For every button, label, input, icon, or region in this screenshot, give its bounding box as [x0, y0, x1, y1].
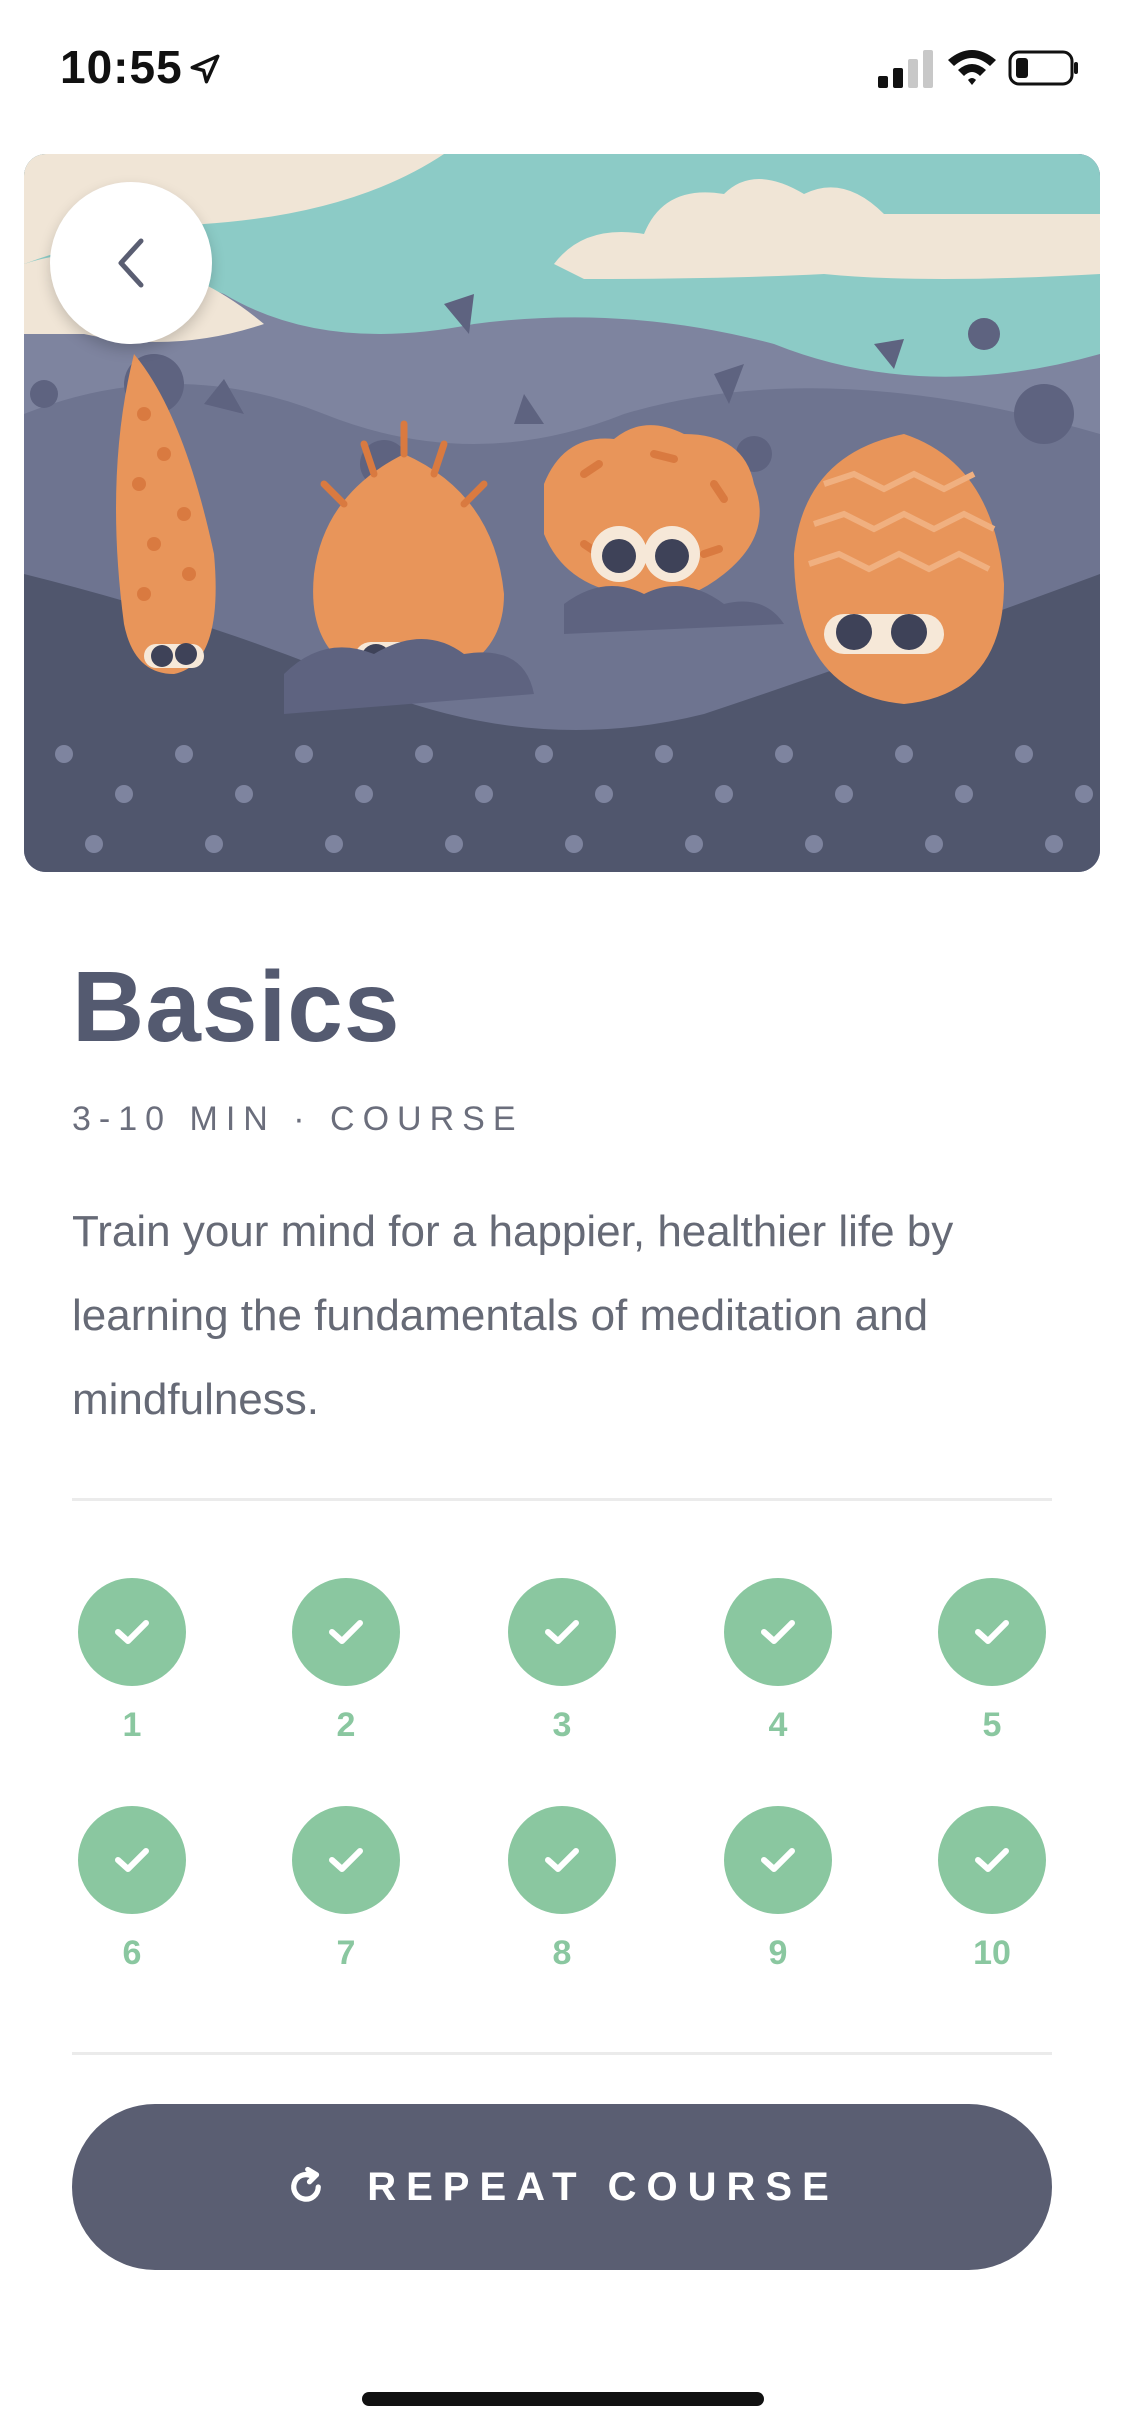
session-completed-badge: [78, 1578, 186, 1686]
session-item[interactable]: 8: [492, 1806, 632, 1973]
session-completed-badge: [508, 1578, 616, 1686]
session-number: 8: [552, 1934, 572, 1972]
session-number: 6: [122, 1934, 142, 1972]
session-completed-badge: [508, 1806, 616, 1914]
home-indicator[interactable]: [362, 2392, 764, 2406]
checkmark-icon: [761, 1848, 795, 1872]
checkmark-icon: [975, 1848, 1009, 1872]
session-number: 5: [982, 1706, 1002, 1744]
session-number: 2: [336, 1706, 356, 1744]
session-completed-badge: [292, 1578, 400, 1686]
session-item[interactable]: 9: [708, 1806, 848, 1973]
session-completed-badge: [938, 1806, 1046, 1914]
cellular-signal-icon: [878, 50, 933, 88]
status-bar: 10:55: [0, 0, 1125, 140]
session-completed-badge: [938, 1578, 1046, 1686]
session-number: 9: [768, 1934, 788, 1972]
course-description: Train your mind for a happier, healthier…: [72, 1207, 954, 1424]
checkmark-icon: [115, 1620, 149, 1644]
checkmark-icon: [761, 1620, 795, 1644]
session-number: 3: [552, 1706, 572, 1744]
repeat-course-label: REPEAT COURSE: [367, 2164, 839, 2209]
session-number: 10: [973, 1934, 1011, 1972]
session-completed-badge: [724, 1578, 832, 1686]
divider: [72, 1498, 1052, 1501]
session-item[interactable]: 7: [276, 1806, 416, 1973]
checkmark-icon: [545, 1848, 579, 1872]
location-arrow-icon: [190, 54, 220, 84]
repeat-icon: [291, 2166, 322, 2202]
session-number: 1: [122, 1706, 142, 1744]
checkmark-icon: [329, 1620, 363, 1644]
course-meta: 3-10 MIN · COURSE: [72, 1100, 524, 1138]
session-completed-badge: [292, 1806, 400, 1914]
session-item[interactable]: 10: [922, 1806, 1062, 1973]
back-button[interactable]: [50, 182, 212, 344]
session-number: 7: [336, 1934, 356, 1972]
checkmark-icon: [329, 1848, 363, 1872]
session-completed-badge: [78, 1806, 186, 1914]
checkmark-icon: [545, 1620, 579, 1644]
session-item[interactable]: 1: [62, 1578, 202, 1745]
checkmark-icon: [115, 1848, 149, 1872]
course-title: Basics: [72, 951, 401, 1063]
chevron-left-icon: [118, 238, 144, 288]
status-time: 10:55: [60, 41, 183, 93]
divider: [72, 2052, 1052, 2055]
session-item[interactable]: 2: [276, 1578, 416, 1745]
session-item[interactable]: 4: [708, 1578, 848, 1745]
session-item[interactable]: 5: [922, 1578, 1062, 1745]
repeat-course-button[interactable]: REPEAT COURSE: [72, 2104, 1052, 2270]
session-item[interactable]: 3: [492, 1578, 632, 1745]
battery-icon: [1008, 50, 1078, 86]
checkmark-icon: [975, 1620, 1009, 1644]
wifi-icon: [948, 50, 996, 85]
session-completed-badge: [724, 1806, 832, 1914]
session-number: 4: [768, 1706, 788, 1744]
session-item[interactable]: 6: [62, 1806, 202, 1973]
